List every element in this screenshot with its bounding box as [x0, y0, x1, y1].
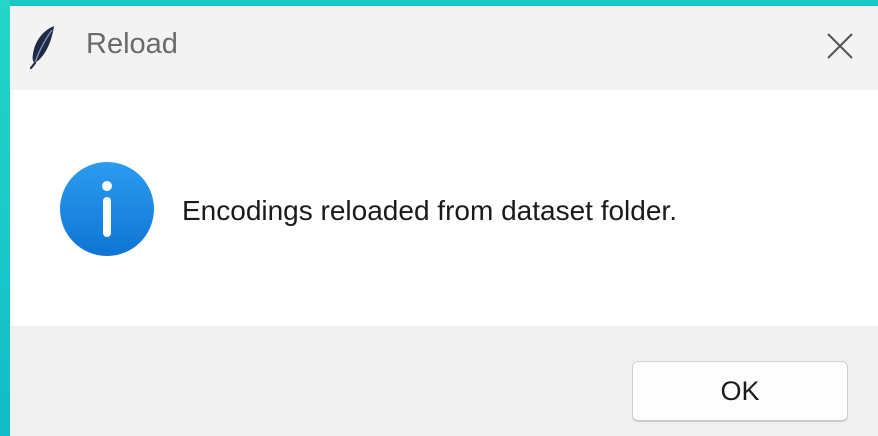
- reload-dialog: Reload Encodings reloaded from dataset f…: [10, 6, 878, 436]
- ok-button[interactable]: OK: [632, 361, 848, 421]
- close-icon: [825, 31, 855, 66]
- feather-icon: [26, 24, 60, 70]
- info-icon: [58, 160, 156, 258]
- title-bar[interactable]: Reload: [10, 6, 878, 90]
- dialog-content: Encodings reloaded from dataset folder.: [10, 90, 878, 326]
- window-title: Reload: [86, 28, 178, 60]
- message-text: Encodings reloaded from dataset folder.: [182, 195, 677, 226]
- desktop-background-left: [0, 0, 10, 436]
- dialog-footer: OK: [10, 326, 878, 436]
- close-button[interactable]: [802, 6, 878, 90]
